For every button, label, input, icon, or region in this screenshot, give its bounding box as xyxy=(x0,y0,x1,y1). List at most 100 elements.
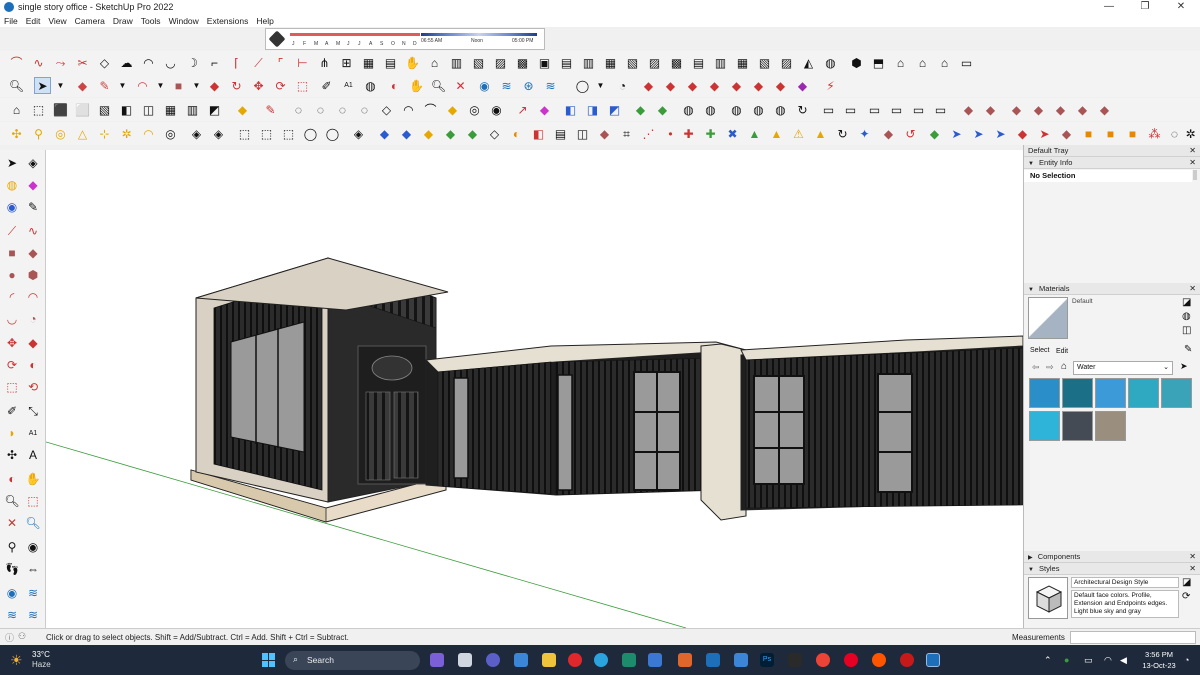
bezier-tool-icon[interactable]: ∿ xyxy=(30,54,47,71)
tool-cutter-icon[interactable]: ◍ xyxy=(728,101,745,118)
tray-app-icon[interactable]: ● xyxy=(1064,655,1069,665)
brick-7-icon[interactable]: ◆ xyxy=(1096,101,1113,118)
link-icon[interactable]: ⌗ xyxy=(618,125,635,142)
task-view-icon[interactable] xyxy=(458,653,472,667)
paint-bucket-icon[interactable]: ◍ xyxy=(3,176,21,194)
orbit-icon[interactable]: ◐ xyxy=(3,470,21,488)
chevron-down-icon[interactable]: ▼ xyxy=(592,77,609,94)
brick-2-icon[interactable]: ◆ xyxy=(982,101,999,118)
credits-icon[interactable]: ⚇ xyxy=(18,631,26,642)
green-box-icon[interactable]: ◆ xyxy=(926,125,943,142)
menu-camera[interactable]: Camera xyxy=(75,16,105,26)
blue-cross-icon[interactable]: ✖ xyxy=(724,125,741,142)
tool-fill-icon[interactable]: ◍ xyxy=(772,101,789,118)
section-plane-icon[interactable]: ⇔ xyxy=(24,560,42,578)
share-icon[interactable]: ≋ xyxy=(24,584,42,602)
look-around-icon[interactable]: ◉ xyxy=(24,538,42,556)
yellow-cone-icon[interactable]: ▲ xyxy=(768,125,785,142)
make-component-icon[interactable]: ◈ xyxy=(24,154,42,172)
rectangle-tool-icon[interactable]: ■ xyxy=(170,77,187,94)
curviloft-join-icon[interactable]: ◠ xyxy=(400,101,417,118)
curviloft-settings-icon[interactable]: ◎ xyxy=(466,101,483,118)
taskbar-search-box[interactable]: ⌕ Search xyxy=(285,651,420,670)
geo-location-icon[interactable]: ⓘ xyxy=(5,631,14,644)
arc-tool-icon[interactable]: ⌒ xyxy=(8,54,25,71)
yellow-cone-3-icon[interactable]: ▲ xyxy=(812,125,829,142)
eraser-icon[interactable]: ◆ xyxy=(24,176,42,194)
pan-icon[interactable]: ✋ xyxy=(408,77,425,94)
push-pull-icon[interactable]: ◆ xyxy=(24,334,42,352)
widgets-app-icon[interactable] xyxy=(430,653,444,667)
drape-icon[interactable]: ◆ xyxy=(750,77,767,94)
brick-tool-icon[interactable]: ◆ xyxy=(596,125,613,142)
push-pull-icon[interactable]: ◆ xyxy=(206,77,223,94)
sample-paint-icon[interactable]: ✎ xyxy=(1184,344,1192,355)
undo-icon[interactable]: ↺ xyxy=(902,125,919,142)
back-arrow-icon[interactable]: ⇦ xyxy=(1032,362,1040,373)
round-corner-icon[interactable]: ↗ xyxy=(514,101,531,118)
outline-2-icon[interactable]: ▭ xyxy=(888,101,905,118)
zoom-search-icon[interactable]: 🔍︎ xyxy=(8,77,25,94)
cube-2-icon[interactable]: ⬚ xyxy=(258,125,275,142)
home-icon[interactable]: ⌂ xyxy=(892,54,909,71)
select-icon[interactable]: ➤ xyxy=(3,154,21,172)
layout-icon[interactable]: ≋ xyxy=(24,606,42,624)
cube-icon[interactable]: ⬚ xyxy=(236,125,253,142)
create-style-icon[interactable]: ◪ xyxy=(1182,577,1191,588)
dot-icon[interactable]: • xyxy=(662,125,679,142)
curviloft-edit-icon[interactable]: ⌒ xyxy=(422,101,439,118)
shop-icon[interactable]: ▭ xyxy=(958,54,975,71)
blue-shape-icon[interactable]: ◆ xyxy=(376,125,393,142)
plane-icon[interactable]: ◇ xyxy=(486,125,503,142)
spreadsheet-app-icon[interactable] xyxy=(622,653,636,667)
zoom-window-icon[interactable]: ⬚ xyxy=(24,492,42,510)
tray-close-icon[interactable]: ✕ xyxy=(1189,145,1196,157)
sphere-icon[interactable]: ◯ xyxy=(302,125,319,142)
tile-tool-icon[interactable]: ▩ xyxy=(668,54,685,71)
cube-3-icon[interactable]: ⬚ xyxy=(280,125,297,142)
star-icon[interactable]: ✦ xyxy=(856,125,873,142)
measurements-input[interactable] xyxy=(1070,631,1196,644)
brick-icon[interactable]: ◆ xyxy=(960,101,977,118)
materials-header[interactable]: ▼ Materials ✕ xyxy=(1024,283,1200,295)
fillet-tool-icon[interactable]: ⌐ xyxy=(206,54,223,71)
material-swatch-water-4[interactable] xyxy=(1128,378,1159,408)
grid-tool-icon[interactable]: ▦ xyxy=(360,54,377,71)
tool-reload-icon[interactable]: ↻ xyxy=(794,101,811,118)
stair-tool-icon[interactable]: ▤ xyxy=(558,54,575,71)
corner-tool-icon[interactable]: ⌈ xyxy=(228,54,245,71)
walk-icon[interactable]: ◠ xyxy=(140,125,157,142)
opera-icon[interactable] xyxy=(568,653,582,667)
batten-tool-icon[interactable]: ▥ xyxy=(712,54,729,71)
offset-icon[interactable]: ⟲ xyxy=(24,378,42,396)
curviloft-info-icon[interactable]: ◆ xyxy=(444,101,461,118)
chamfer-tool-icon[interactable]: ⌜ xyxy=(272,54,289,71)
orange-box-2-icon[interactable]: ■ xyxy=(1102,125,1119,142)
green-cone-icon[interactable]: ▲ xyxy=(746,125,763,142)
refresh-icon[interactable]: ↻ xyxy=(834,125,851,142)
two-point-arc-icon[interactable]: ◠ xyxy=(24,288,42,306)
brick-5-icon[interactable]: ◆ xyxy=(1052,101,1069,118)
protractor-icon[interactable]: △ xyxy=(74,125,91,142)
mail-icon[interactable] xyxy=(734,653,748,667)
rotated-rectangle-icon[interactable]: ◆ xyxy=(24,244,42,262)
left-view-icon[interactable]: ◧ xyxy=(118,101,135,118)
chevron-down-icon[interactable]: ▼ xyxy=(152,77,169,94)
materials-select-tab[interactable]: Select xyxy=(1030,347,1049,354)
section-plane-icon[interactable]: ⚲ xyxy=(30,125,47,142)
move-tool-icon[interactable]: ✥ xyxy=(250,77,267,94)
arc-tool-icon[interactable]: ◠ xyxy=(134,77,151,94)
curviloft-loft-icon[interactable]: ◌ xyxy=(356,101,373,118)
extensions-icon[interactable]: ≋ xyxy=(3,606,21,624)
maximize-button[interactable]: ❐ xyxy=(1127,0,1163,14)
outline-icon[interactable]: ▭ xyxy=(866,101,883,118)
pencil-icon[interactable]: ✎ xyxy=(262,101,279,118)
forward-arrow-icon[interactable]: ⇨ xyxy=(1046,362,1054,373)
pan-icon[interactable]: ✋ xyxy=(24,470,42,488)
front-view-icon[interactable]: ⬛ xyxy=(52,101,69,118)
materials-close-icon[interactable]: ✕ xyxy=(1189,283,1196,295)
orbit-icon[interactable]: ◐ xyxy=(386,77,403,94)
group-icon[interactable]: ◈ xyxy=(210,125,227,142)
join-tool-icon[interactable]: ⊢ xyxy=(294,54,311,71)
tag-icon[interactable]: ◆ xyxy=(234,101,251,118)
